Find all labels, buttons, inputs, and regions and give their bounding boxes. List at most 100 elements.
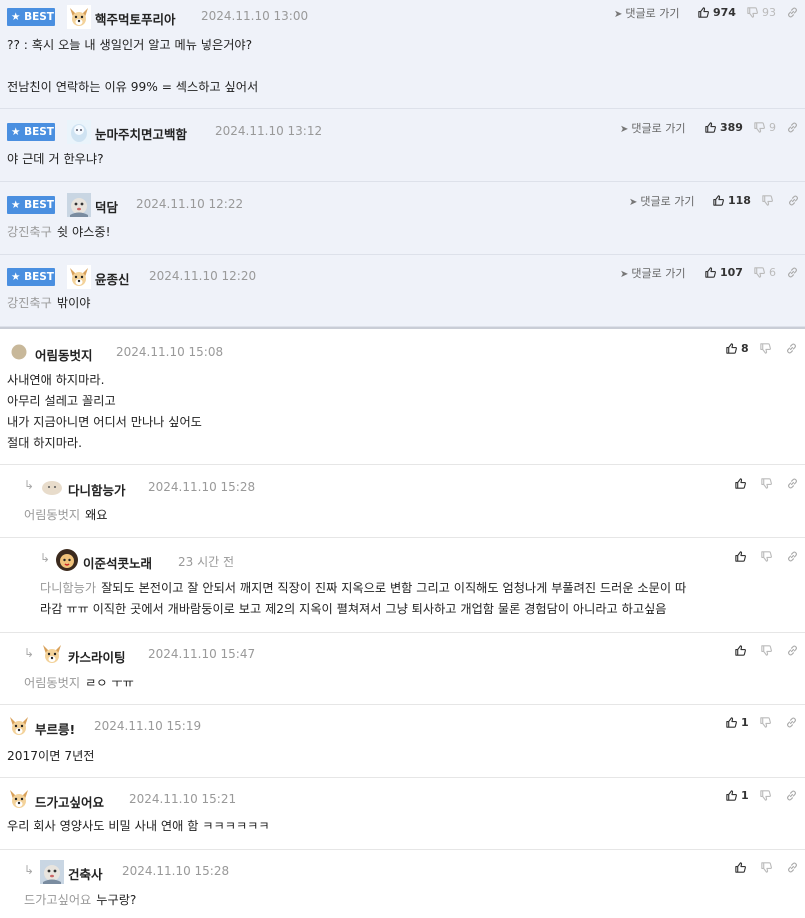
thumbs-up-icon[interactable] [697, 6, 710, 19]
comment-date: 2024.11.10 15:28 [122, 864, 230, 878]
comment-text: 어림동벗지 ㄹㅇ ㅜㅠ [24, 676, 134, 690]
thumbs-up-icon[interactable] [725, 716, 738, 729]
dog-avatar[interactable] [67, 5, 91, 29]
reply-comment: ↳ 건축사 2024.11.10 15:28 드가고싶어요 누구랑? [0, 850, 805, 918]
thumbs-up-icon[interactable] [704, 266, 717, 279]
thumbs-up-icon[interactable] [704, 121, 717, 134]
comment-nick[interactable]: 건축사 [68, 864, 103, 883]
mention[interactable]: 드가고싶어요 [24, 893, 91, 907]
comment-nick[interactable]: 드가고싶어요 [35, 792, 104, 811]
comment-text: ?? : 혹시 오늘 내 생일인거 알고 메뉴 넣은거야? 전남친이 연락하는 … [7, 38, 259, 94]
ice-avatar[interactable] [67, 120, 91, 144]
best-comment: ★ BEST 덕담 2024.11.10 12:22 ➤ 댓글로 가기 118 강… [0, 182, 805, 255]
best-badge: ★ BEST [7, 268, 55, 286]
downvote-count: 6 [768, 266, 776, 279]
vote-actions [734, 861, 802, 874]
link-icon[interactable] [786, 644, 799, 657]
comment-date: 2024.11.10 13:00 [201, 9, 309, 23]
link-icon[interactable] [786, 550, 799, 563]
link-icon[interactable] [785, 789, 798, 802]
circle-avatar[interactable] [7, 340, 31, 364]
vote-actions: 107 6 [704, 266, 802, 279]
comment-nick[interactable]: 눈마주치면고백함 [95, 124, 187, 143]
dog-avatar[interactable] [7, 714, 31, 738]
mention[interactable]: 어림동벗지 [24, 508, 80, 522]
lion-avatar[interactable] [55, 548, 79, 572]
send-arrow-icon: ➤ [629, 197, 638, 208]
comment-nick[interactable]: 이준석콧노래 [83, 553, 152, 572]
comment-nick[interactable]: 카스라이팅 [68, 647, 126, 666]
thumbs-down-icon[interactable] [759, 342, 772, 355]
thumbs-up-icon[interactable] [725, 789, 738, 802]
vote-actions [734, 550, 802, 563]
link-icon[interactable] [786, 861, 799, 874]
comment-nick[interactable]: 핵주먹토푸리아 [95, 9, 176, 28]
thumbs-down-icon[interactable] [761, 194, 774, 207]
mention[interactable]: 강진축구 [7, 296, 52, 310]
link-icon[interactable] [787, 194, 800, 207]
comment-text: 다니함능가 잘되도 본전이고 잘 안되서 깨지면 직장이 진짜 지옥으로 변함 그… [40, 581, 687, 616]
link-icon[interactable] [786, 6, 799, 19]
vote-actions: 389 9 [704, 121, 802, 134]
mention[interactable]: 다니함능가 [40, 581, 96, 595]
dog-avatar[interactable] [67, 265, 91, 289]
comment-text: 우리 회사 영양사도 비밀 사내 연애 함 ㅋㅋㅋㅋㅋㅋ [7, 819, 270, 833]
link-icon[interactable] [785, 716, 798, 729]
thumbs-down-icon[interactable] [760, 644, 773, 657]
thumbs-down-icon[interactable] [759, 789, 772, 802]
comment-date: 2024.11.10 15:47 [148, 647, 256, 661]
comment-nick[interactable]: 다니함능가 [68, 480, 126, 499]
comment-date: 2024.11.10 12:20 [149, 269, 257, 283]
thumbs-down-icon[interactable] [746, 6, 759, 19]
link-icon[interactable] [786, 266, 799, 279]
comment-text: 어림동벗지 왜요 [24, 508, 108, 522]
thumbs-up-icon[interactable] [725, 342, 738, 355]
thumbs-up-icon[interactable] [734, 477, 747, 490]
cat-avatar[interactable] [40, 475, 64, 499]
comment-date: 2024.11.10 15:28 [148, 480, 256, 494]
photo-avatar[interactable] [40, 860, 64, 884]
thumbs-up-icon[interactable] [712, 194, 725, 207]
dog-avatar[interactable] [7, 787, 31, 811]
vote-actions [734, 477, 802, 490]
best-comment: ★ BEST 눈마주치면고백함 2024.11.10 13:12 ➤ 댓글로 가기… [0, 109, 805, 182]
comment: 부르릉! 2024.11.10 15:19 1 2017이면 7년전 [0, 705, 805, 778]
comment-text: 드가고싶어요 누구랑? [24, 893, 137, 907]
upvote-count: 118 [728, 194, 751, 207]
link-icon[interactable] [786, 477, 799, 490]
goto-comment-link[interactable]: ➤ 댓글로 가기 [620, 265, 686, 281]
comment-nick[interactable]: 어림동벗지 [35, 345, 93, 364]
comment: 어림동벗지 2024.11.10 15:08 8 사내연애 하지마라. 아무리 … [0, 329, 805, 465]
thumbs-down-icon[interactable] [760, 550, 773, 563]
dog-avatar[interactable] [40, 642, 64, 666]
upvote-count: 389 [720, 121, 743, 134]
mention[interactable]: 어림동벗지 [24, 676, 80, 690]
thumbs-down-icon[interactable] [760, 477, 773, 490]
goto-comment-link[interactable]: ➤ 댓글로 가기 [629, 193, 695, 209]
comment: 드가고싶어요 2024.11.10 15:21 1 우리 회사 영양사도 비밀 … [0, 778, 805, 850]
photo-avatar[interactable] [67, 193, 91, 217]
comment-text: 강진축구 밖이야 [7, 296, 91, 310]
reply-comment: ↳ 다니함능가 2024.11.10 15:28 어림동벗지 왜요 [0, 465, 805, 538]
thumbs-down-icon[interactable] [759, 716, 772, 729]
thumbs-down-icon[interactable] [753, 266, 766, 279]
best-comment: ★ BEST 윤종신 2024.11.10 12:20 ➤ 댓글로 가기 107 … [0, 255, 805, 327]
comment-date: 2024.11.10 13:12 [215, 124, 323, 138]
thumbs-down-icon[interactable] [753, 121, 766, 134]
reply-comment: ↳ 이준석콧노래 23 시간 전 다니함능가 잘되도 본전이고 잘 안되서 깨지면… [0, 538, 805, 633]
link-icon[interactable] [786, 121, 799, 134]
goto-comment-link[interactable]: ➤ 댓글로 가기 [620, 120, 686, 136]
thumbs-up-icon[interactable] [734, 644, 747, 657]
comment-nick[interactable]: 부르릉! [35, 719, 75, 738]
thumbs-up-icon[interactable] [734, 550, 747, 563]
mention[interactable]: 강진축구 [7, 225, 52, 239]
comment-nick[interactable]: 윤종신 [95, 269, 130, 288]
comment-date: 2024.11.10 15:21 [129, 792, 237, 806]
link-icon[interactable] [785, 342, 798, 355]
thumbs-up-icon[interactable] [734, 861, 747, 874]
comment-nick[interactable]: 덕담 [95, 197, 118, 216]
goto-comment-link[interactable]: ➤ 댓글로 가기 [614, 5, 680, 21]
thumbs-down-icon[interactable] [760, 861, 773, 874]
best-badge: ★ BEST [7, 123, 55, 141]
vote-actions: 118 [712, 194, 803, 207]
